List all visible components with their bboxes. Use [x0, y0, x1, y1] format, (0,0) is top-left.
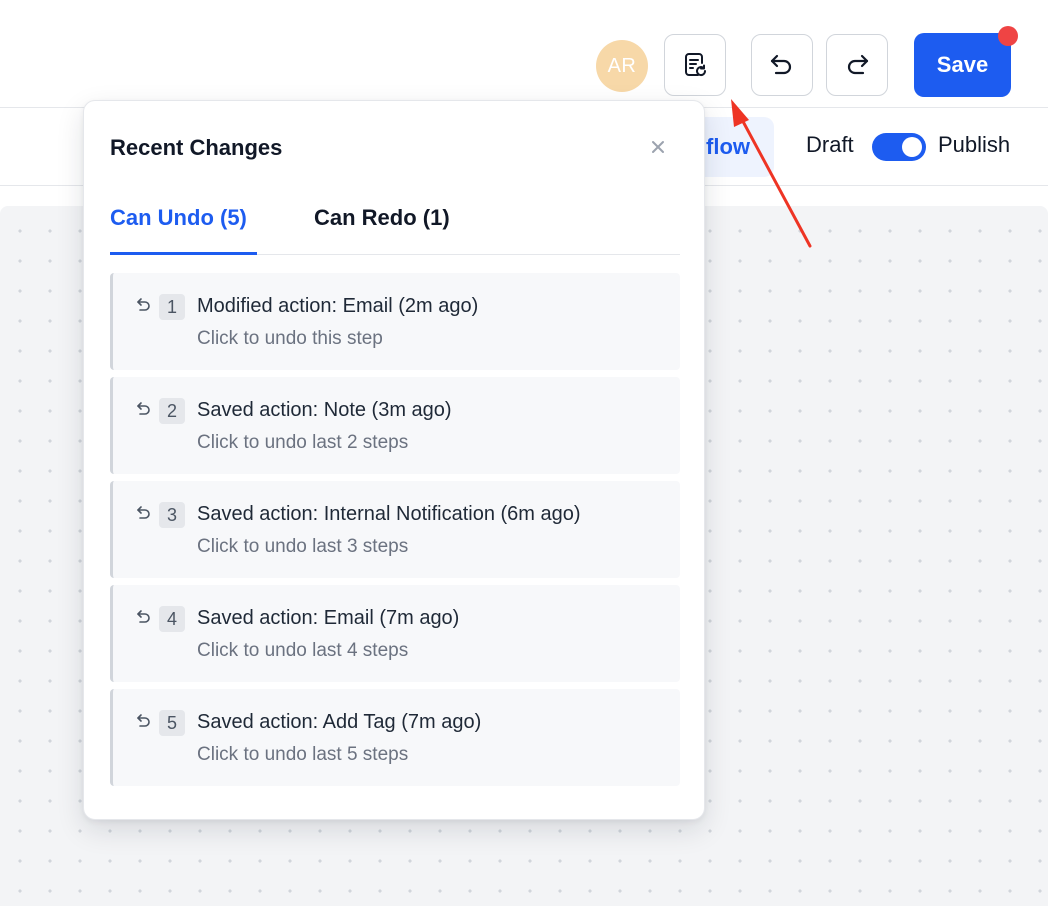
popover-title: Recent Changes	[110, 135, 283, 160]
undo-icon	[137, 402, 150, 415]
undo-icon	[137, 610, 150, 623]
undo-step-item[interactable]: 4 Saved action: Email (7m ago) Click to …	[110, 585, 680, 682]
step-subtitle: Click to undo last 3 steps	[197, 536, 409, 557]
step-subtitle: Click to undo last 4 steps	[197, 640, 409, 661]
undo-step-item[interactable]: 1 Modified action: Email (2m ago) Click …	[110, 273, 680, 370]
undo-step-item[interactable]: 3 Saved action: Internal Notification (6…	[110, 481, 680, 578]
top-header: AR Save	[0, 0, 1048, 108]
redo-icon	[847, 54, 869, 75]
step-subtitle: Click to undo last 5 steps	[197, 744, 409, 765]
version-history-button[interactable]	[664, 34, 726, 96]
step-number-badge: 5	[159, 710, 185, 736]
step-subtitle: Click to undo last 2 steps	[197, 432, 409, 453]
redo-button[interactable]	[826, 34, 888, 96]
step-title: Saved action: Email (7m ago)	[197, 607, 460, 629]
undo-icon	[137, 714, 150, 727]
draft-label: Draft	[806, 132, 854, 157]
history-tabs: Can Undo (5) Can Redo (1)	[110, 199, 680, 255]
save-button[interactable]: Save	[914, 33, 1011, 97]
step-title: Saved action: Add Tag (7m ago)	[197, 711, 482, 733]
undo-step-item[interactable]: 5 Saved action: Add Tag (7m ago) Click t…	[110, 689, 680, 786]
toggle-knob	[902, 137, 922, 157]
unsaved-changes-dot	[998, 26, 1018, 46]
undo-icon	[770, 54, 792, 75]
step-number-badge: 3	[159, 502, 185, 528]
close-icon	[652, 141, 664, 153]
undo-icon	[137, 298, 150, 311]
workflow-tab-label: flow	[706, 134, 750, 159]
tab-can-undo[interactable]: Can Undo (5)	[110, 205, 247, 231]
step-number-badge: 2	[159, 398, 185, 424]
user-avatar[interactable]: AR	[596, 40, 648, 92]
undo-icon	[137, 506, 150, 519]
tab-can-redo[interactable]: Can Redo (1)	[314, 205, 450, 231]
undo-button[interactable]	[751, 34, 813, 96]
publish-label: Publish	[938, 132, 1011, 157]
undo-step-item[interactable]: 2 Saved action: Note (3m ago) Click to u…	[110, 377, 680, 474]
step-number-badge: 4	[159, 606, 185, 632]
recent-changes-popover: Recent Changes Can Undo (5) Can Redo (1)…	[83, 100, 705, 820]
draft-publish-toggle[interactable]	[872, 133, 926, 161]
close-button[interactable]	[646, 135, 670, 159]
step-number-badge: 1	[159, 294, 185, 320]
step-title: Modified action: Email (2m ago)	[197, 295, 479, 317]
step-subtitle: Click to undo this step	[197, 328, 383, 349]
active-tab-indicator	[110, 252, 257, 255]
history-document-icon	[685, 53, 707, 77]
step-title: Saved action: Internal Notification (6m …	[197, 503, 581, 525]
step-title: Saved action: Note (3m ago)	[197, 399, 452, 421]
